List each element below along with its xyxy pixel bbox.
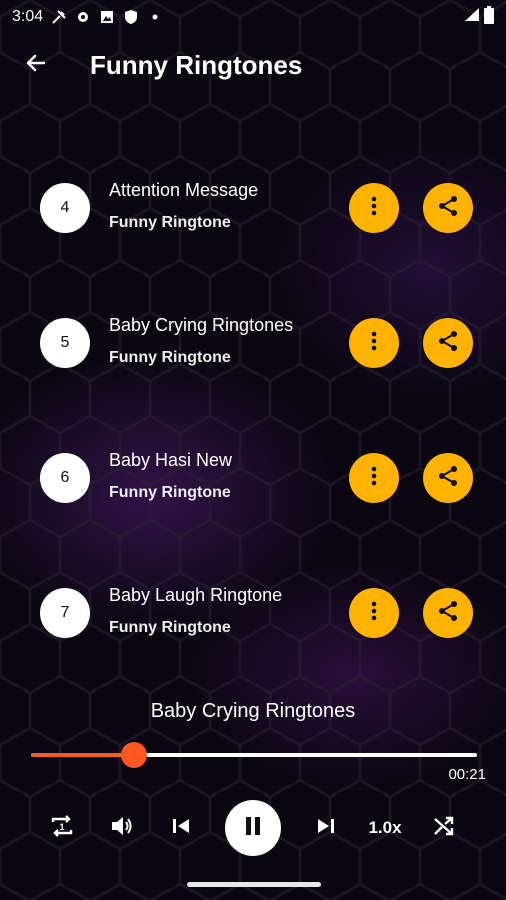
list-item[interactable]: 4 Attention Message Funny Ringtone: [0, 158, 506, 258]
settings-icon: [75, 9, 91, 25]
more-options-button[interactable]: [349, 183, 399, 233]
back-button[interactable]: [8, 37, 64, 93]
repeat-one-icon: 1: [49, 813, 75, 844]
previous-button[interactable]: [163, 800, 199, 856]
progress-slider[interactable]: [31, 742, 477, 768]
more-vert-icon: [371, 466, 377, 491]
volume-button[interactable]: [104, 800, 140, 856]
now-playing-title: Baby Crying Ringtones: [150, 700, 356, 722]
share-icon: [436, 194, 460, 223]
page-title: Funny Ringtones: [90, 49, 303, 80]
item-number-badge: 5: [40, 318, 90, 368]
svg-text:1: 1: [59, 822, 64, 832]
app-bar: Funny Ringtones: [0, 34, 506, 96]
item-title[interactable]: Baby Laugh Ringtone: [109, 585, 282, 606]
wifi-icon: [464, 7, 480, 28]
skip-next-icon: [315, 815, 337, 842]
next-button[interactable]: [308, 800, 344, 856]
skip-previous-icon: [170, 815, 192, 842]
item-title[interactable]: Baby Hasi New: [109, 450, 232, 471]
volume-icon: [109, 813, 135, 844]
repeat-button[interactable]: 1: [44, 800, 80, 856]
item-number-badge: 4: [40, 183, 90, 233]
progress-fill: [31, 753, 134, 757]
player-controls: 1 1.0x: [0, 800, 506, 856]
more-vert-icon: [371, 196, 377, 221]
list-item[interactable]: 7 Baby Laugh Ringtone Funny Ringtone: [0, 563, 506, 663]
more-options-button[interactable]: [349, 588, 399, 638]
shield-icon: [123, 9, 139, 25]
image-icon: [99, 9, 115, 25]
shuffle-icon: [432, 814, 456, 843]
battery-icon: [484, 5, 494, 29]
progress-thumb[interactable]: [120, 742, 147, 768]
arrow-left-icon: [24, 51, 48, 80]
pause-button[interactable]: [225, 800, 281, 856]
share-icon: [436, 329, 460, 358]
shuffle-button[interactable]: [426, 800, 462, 856]
tools-icon: [51, 9, 67, 25]
item-subtitle: Funny Ringtone: [109, 484, 231, 501]
list-item[interactable]: 5 Baby Crying Ringtones Funny Ringtone: [0, 293, 506, 393]
status-time: 3:04: [12, 8, 44, 25]
share-button[interactable]: [423, 183, 473, 233]
share-button[interactable]: [423, 588, 473, 638]
dot-icon: [147, 9, 163, 25]
list-item[interactable]: 6 Baby Hasi New Funny Ringtone: [0, 428, 506, 528]
item-subtitle: Funny Ringtone: [109, 214, 231, 231]
item-title[interactable]: Attention Message: [109, 180, 258, 201]
more-options-button[interactable]: [349, 453, 399, 503]
more-vert-icon: [371, 601, 377, 626]
more-options-button[interactable]: [349, 318, 399, 368]
more-vert-icon: [371, 331, 377, 356]
item-number-badge: 7: [40, 588, 90, 638]
item-subtitle: Funny Ringtone: [109, 349, 231, 366]
item-subtitle: Funny Ringtone: [109, 619, 231, 636]
pause-icon: [242, 814, 264, 843]
share-button[interactable]: [423, 453, 473, 503]
playback-speed-button[interactable]: 1.0x: [362, 800, 408, 856]
gesture-nav-handle[interactable]: [187, 882, 321, 887]
share-button[interactable]: [423, 318, 473, 368]
elapsed-time: 00:21: [448, 766, 486, 783]
share-icon: [436, 599, 460, 628]
share-icon: [436, 464, 460, 493]
item-number-badge: 6: [40, 453, 90, 503]
item-title[interactable]: Baby Crying Ringtones: [109, 315, 293, 336]
status-bar: 3:04: [0, 0, 506, 34]
